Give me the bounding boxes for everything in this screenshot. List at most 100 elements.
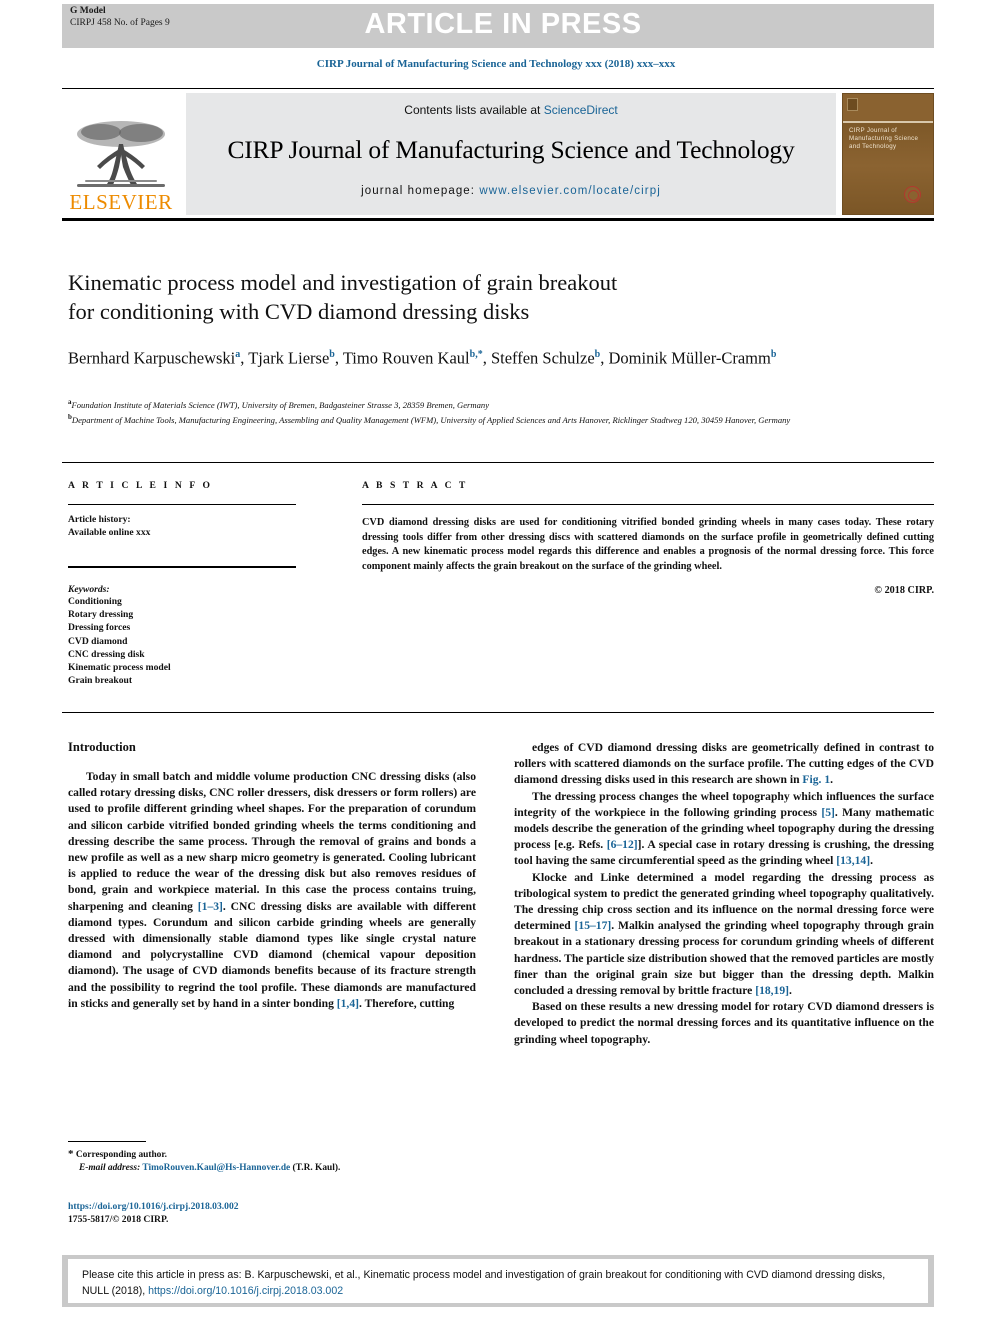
article-in-press-label: ARTICLE IN PRESS xyxy=(364,8,642,40)
contents-list-line: Contents lists available at ScienceDirec… xyxy=(186,93,836,117)
affiliation-list: aFoundation Institute of Materials Scien… xyxy=(68,396,878,427)
corresponding-author-footnote: * Corresponding author. E-mail address: … xyxy=(68,1148,488,1176)
doi-link[interactable]: https://doi.org/10.1016/j.cirpj.2018.03.… xyxy=(68,1200,488,1213)
cirp-seal-icon xyxy=(904,186,921,203)
homepage-url[interactable]: www.elsevier.com/locate/cirpj xyxy=(479,185,660,197)
citation-reference[interactable]: [1–3] xyxy=(198,900,223,913)
page-title: Kinematic process model and investigatio… xyxy=(68,268,858,326)
cite-doi-link[interactable]: https://doi.org/10.1016/j.cirpj.2018.03.… xyxy=(148,1285,343,1297)
contents-prefix: Contents lists available at xyxy=(404,103,544,117)
section-heading-introduction: Introduction xyxy=(68,740,136,754)
author-name: Steffen Schulze xyxy=(490,348,595,368)
author-affiliation-marker: b,* xyxy=(469,349,483,360)
g-model-label: G Model xyxy=(70,6,106,16)
abstract-heading: A B S T R A C T xyxy=(362,480,468,491)
paragraph: Based on these results a new dressing mo… xyxy=(514,1000,934,1046)
abstract-section: A B S T R A C T CVD diamond dressing dis… xyxy=(362,480,934,596)
paragraph: edges of CVD diamond dressing disks are … xyxy=(514,741,934,787)
article-info-heading: A R T I C L E I N F O xyxy=(68,480,213,491)
author-affiliation-marker: b xyxy=(594,349,601,360)
citation-reference[interactable]: [13,14] xyxy=(836,854,870,867)
email-label: E-mail address: xyxy=(79,1163,141,1174)
article-in-press-banner: ARTICLE IN PRESS xyxy=(62,4,934,48)
corresponding-author-text: Corresponding author. xyxy=(75,1150,168,1160)
author-name: Bernhard Karpuschewski xyxy=(68,348,236,368)
paragraph: Klocke and Linke determined a model rega… xyxy=(514,870,934,998)
abstract-rule xyxy=(362,504,934,505)
body-column-right: edges of CVD diamond dressing disks are … xyxy=(514,740,934,1048)
email-attribution: (T.R. Kaul). xyxy=(292,1163,341,1174)
footnote-divider xyxy=(68,1141,146,1143)
g-model-block: G Model CIRPJ 458 No. of Pages 9 xyxy=(70,6,170,29)
sciencedirect-link[interactable]: ScienceDirect xyxy=(544,103,618,117)
keyword-item: Dressing forces xyxy=(68,622,131,634)
abstract-copyright: © 2018 CIRP. xyxy=(874,585,934,597)
author-name: Tjark Lierse xyxy=(248,348,330,368)
paragraph: Today in small batch and middle volume p… xyxy=(68,770,476,1010)
asterisk-icon: * xyxy=(68,1148,74,1160)
keywords-rule xyxy=(68,566,296,568)
cite-this-article-text: Please cite this article in press as: B.… xyxy=(68,1259,928,1303)
affiliation-text: Foundation Institute of Materials Scienc… xyxy=(71,399,490,410)
intro-right-paragraphs: edges of CVD diamond dressing disks are … xyxy=(514,740,934,1048)
keyword-item: Grain breakout xyxy=(68,675,133,687)
manuscript-id-label: CIRPJ 458 No. of Pages 9 xyxy=(70,17,170,28)
author-list: Bernhard Karpuschewskia, Tjark Lierseb, … xyxy=(68,348,777,368)
keyword-item: Rotary dressing xyxy=(68,609,134,621)
figure-reference[interactable]: Fig. 1 xyxy=(802,773,830,786)
citation-reference[interactable]: [18,19] xyxy=(755,984,789,997)
cover-divider xyxy=(843,121,933,123)
article-history: Article history: Available online xxx xyxy=(68,514,296,539)
keyword-item: Kinematic process model xyxy=(68,662,171,674)
keyword-item: CVD diamond xyxy=(68,635,128,647)
elsevier-logo: ELSEVIER xyxy=(62,93,180,215)
affiliation-item: aFoundation Institute of Materials Scien… xyxy=(68,396,878,411)
abstract-body: CVD diamond dressing disks are used for … xyxy=(362,517,934,572)
journal-homepage-line: journal homepage: www.elsevier.com/locat… xyxy=(186,185,836,197)
citation-reference[interactable]: [6–12] xyxy=(607,838,638,851)
journal-cover-thumbnail: CIRP Journal of Manufacturing Science an… xyxy=(842,93,934,215)
cover-publisher-mark-icon xyxy=(847,98,858,111)
elsevier-tree-icon xyxy=(77,121,165,187)
keywords-label: Keywords: xyxy=(68,584,110,595)
affiliation-item: bDepartment of Machine Tools, Manufactur… xyxy=(68,411,878,426)
article-history-value: Available online xxx xyxy=(68,526,151,538)
elsevier-wordmark: ELSEVIER xyxy=(69,190,173,214)
author-affiliation-marker: a xyxy=(235,349,241,360)
cover-image: CIRP Journal of Manufacturing Science an… xyxy=(842,93,934,215)
journal-running-head: CIRP Journal of Manufacturing Science an… xyxy=(316,58,676,70)
author-name: Timo Rouven Kaul xyxy=(342,348,470,368)
doi-footer: https://doi.org/10.1016/j.cirpj.2018.03.… xyxy=(68,1200,488,1226)
masthead-bottom-rule xyxy=(62,218,934,221)
email-line: E-mail address: TimoRouven.Kaul@Hs-Hanno… xyxy=(68,1162,488,1175)
corresponding-author-line: * Corresponding author. xyxy=(68,1148,488,1162)
intro-left-paragraphs: Today in small batch and middle volume p… xyxy=(68,769,476,1012)
affiliation-text: Department of Machine Tools, Manufacturi… xyxy=(71,415,791,426)
citation-reference[interactable]: [1,4] xyxy=(337,997,359,1010)
author-affiliation-marker: b xyxy=(329,349,335,360)
keyword-item: CNC dressing disk xyxy=(68,648,145,660)
journal-masthead: ELSEVIER Contents lists available at Sci… xyxy=(62,88,934,216)
issn-copyright-line: 1755-5817/© 2018 CIRP. xyxy=(68,1214,169,1225)
keywords-list: Conditioning Rotary dressing Dressing forc… xyxy=(68,595,296,687)
keyword-item: Conditioning xyxy=(68,596,122,607)
divider-above-body xyxy=(62,712,934,713)
title-line-1: Kinematic process model and investigatio… xyxy=(68,270,618,295)
article-history-label: Article history: xyxy=(68,514,131,525)
body-column-left: Introduction Today in small batch and mi… xyxy=(68,740,476,1012)
homepage-label: journal homepage: xyxy=(361,185,480,197)
cite-this-article-box: Please cite this article in press as: B.… xyxy=(62,1255,934,1307)
email-link[interactable]: TimoRouven.Kaul@Hs-Hannover.de xyxy=(142,1163,290,1173)
masthead-center: Contents lists available at ScienceDirec… xyxy=(186,93,836,215)
cover-title-text: CIRP Journal of Manufacturing Science an… xyxy=(849,127,919,150)
article-info-section: A R T I C L E I N F O Article history: A… xyxy=(68,480,296,687)
article-info-rule xyxy=(68,504,296,505)
divider-above-abstract xyxy=(62,462,934,463)
journal-title: CIRP Journal of Manufacturing Science an… xyxy=(227,135,795,164)
title-line-2: for conditioning with CVD diamond dressi… xyxy=(68,299,530,324)
author-name: Dominik Müller-Cramm xyxy=(608,348,771,368)
paragraph: The dressing process changes the wheel t… xyxy=(514,789,934,868)
author-affiliation-marker: b xyxy=(770,349,777,360)
citation-reference[interactable]: [5] xyxy=(821,806,835,819)
citation-reference[interactable]: [15–17] xyxy=(575,919,612,932)
